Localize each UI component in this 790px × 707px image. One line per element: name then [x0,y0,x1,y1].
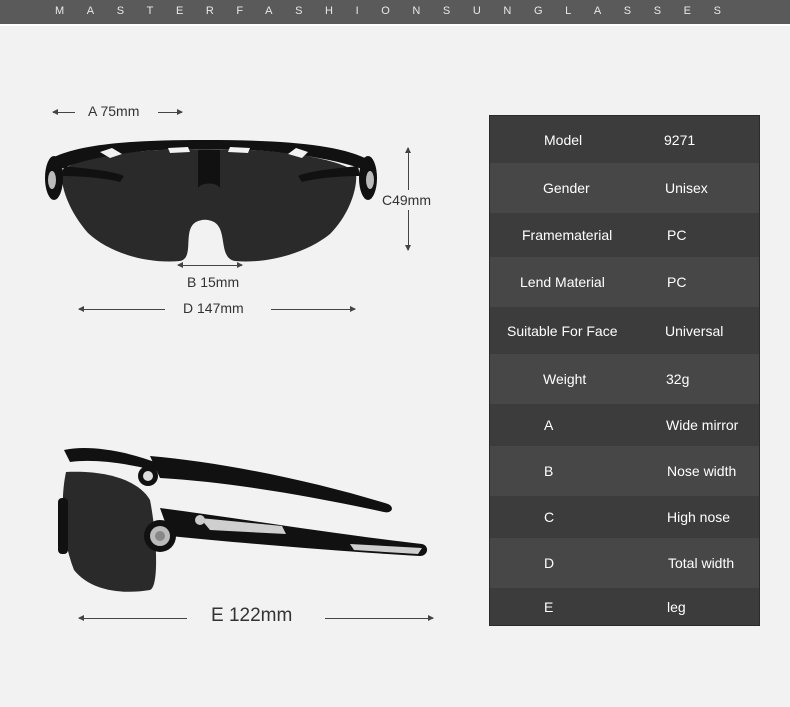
spec-value: Total width [668,555,735,571]
dim-a-arrow-right [158,109,183,115]
spec-key: Framematerial [522,227,613,243]
spec-value: High nose [667,509,731,525]
brand-header-bar: MASTERFASHIONSUNGLASSES [0,0,790,24]
spec-row-a: A Wide mirror [490,404,759,446]
spec-key: Gender [543,180,590,196]
spec-row-model: Model 9271 [490,116,759,163]
header-divider [0,24,790,26]
spec-key: D [544,555,555,571]
dim-d-arrow-right [271,306,356,312]
spec-row-gender: Gender Unisex [490,163,759,213]
sunglasses-front-image [45,140,377,262]
dim-e-label: E 122mm [211,605,293,626]
spec-row-b: B Nose width [490,446,759,496]
spec-value: leg [667,598,686,615]
spec-row-suitable-for-face: Suitable For Face Universal [490,307,759,354]
spec-table: Model 9271 Gender Unisex Framematerial P… [489,115,760,626]
dim-d-arrow-left [78,306,165,312]
dim-e-arrow-right [325,615,434,621]
spec-row-weight: Weight 32g [490,354,759,404]
spec-row-c: C High nose [490,496,759,538]
spec-value: 9271 [664,131,696,148]
spec-key: E [544,598,554,615]
spec-key: Weight [543,371,587,387]
dim-b-arrow [177,262,243,268]
sunglasses-side-image [58,447,428,592]
spec-row-lend-material: Lend Material PC [490,257,759,307]
spec-row-e: E leg [490,588,759,625]
spec-row-framematerial: Framematerial PC [490,213,759,257]
spec-row-d: D Total width [490,538,759,588]
spec-value: Wide mirror [666,417,739,433]
spec-value: PC [667,227,687,243]
spec-key: A [544,417,554,433]
dim-e-arrow-left [78,615,187,621]
dim-b-label: B 15mm [187,274,240,290]
dim-c-label: C49mm [382,192,432,208]
spec-key: B [544,463,554,479]
spec-key: Model [544,131,583,148]
spec-key: C [544,509,555,525]
spec-value: Unisex [665,180,708,196]
dim-a-arrow-left [52,109,75,115]
spec-value: Nose width [667,463,737,479]
spec-value: Universal [665,322,724,339]
spec-key: Suitable For Face [507,322,618,339]
brand-title: MASTERFASHIONSUNGLASSES [55,5,744,17]
spec-value: PC [667,274,687,290]
spec-key: Lend Material [520,274,605,290]
dim-d-label: D 147mm [183,300,244,316]
spec-value: 32g [666,371,690,387]
dim-a-label: A 75mm [88,103,140,119]
